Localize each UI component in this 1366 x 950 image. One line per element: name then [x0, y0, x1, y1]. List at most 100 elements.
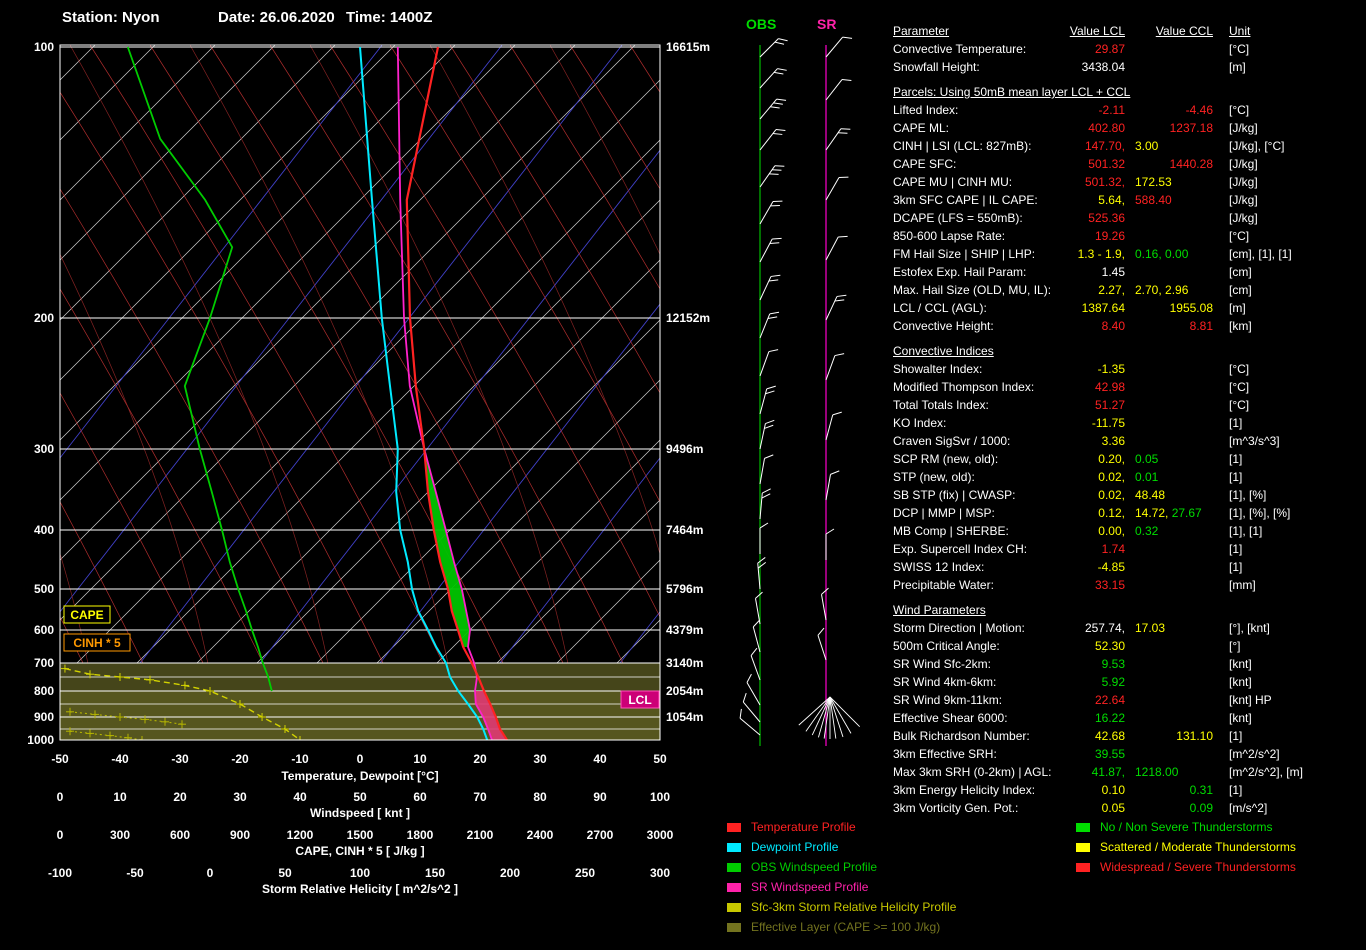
parameter-name: Craven SigSvr / 1000: [893, 434, 1011, 448]
axis-text: LCL [628, 693, 651, 707]
axis-text: 0 [57, 828, 64, 842]
axis-text: 30 [533, 752, 547, 766]
parameter-unit: [1] [1229, 470, 1243, 484]
parameter-row: Total Totals Index: 51.27 [°C] [893, 396, 1365, 414]
parameter-name: Total Totals Index: [893, 398, 989, 412]
axis-text: 400 [34, 523, 54, 537]
axis-text: 100 [34, 40, 54, 54]
axis-text: 0 [207, 866, 214, 880]
parameter-row: CAPE SFC: 501.32 1440.28 [J/kg] [893, 155, 1365, 173]
parameter-value: 19.26 [1094, 229, 1125, 243]
legend-label: OBS Windspeed Profile [751, 860, 878, 874]
axis-text: 1200 [287, 828, 314, 842]
parameter-value: 42.98 [1094, 380, 1125, 394]
sr-hodograph-fan [798, 696, 861, 739]
axis-text: 2054m [666, 684, 703, 698]
parameter-unit: [m] [1229, 60, 1246, 74]
parameter-name: 3km Vorticity Gen. Pot.: [893, 801, 1019, 815]
station-title: Station: Nyon [62, 9, 160, 26]
parameter-unit: [m] [1229, 301, 1246, 315]
axis-text: 30 [233, 790, 247, 804]
parameter-unit: [°C] [1229, 380, 1250, 394]
parameter-value: 16.22 [1094, 711, 1125, 725]
axis-text: 5796m [666, 582, 703, 596]
parameter-row: LCL / CCL (AGL): 1387.64 1955.08 [m] [893, 299, 1365, 317]
parameter-unit: [°C] [1229, 229, 1250, 243]
parameter-row: Convective Height: 8.40 8.81 [km] [893, 317, 1365, 335]
axis-text: Temperature, Dewpoint [°C] [281, 769, 438, 783]
parameter-row: Modified Thompson Index: 42.98 [°C] [893, 378, 1365, 396]
axis-text: -10 [291, 752, 309, 766]
parameter-unit: [J/kg] [1229, 175, 1258, 189]
parameter-row: 3km Effective SRH: 39.55 [m^2/s^2] [893, 745, 1365, 763]
parameter-value: 22.64 [1094, 693, 1125, 707]
parameter-row: STP (new, old): 0.02, 0.01 [1] [893, 468, 1365, 486]
parameter-name: SR Wind 4km-6km: [893, 675, 997, 689]
section-title: Wind Parameters [893, 603, 986, 617]
parameter-value: 0.20, [1098, 452, 1125, 466]
parameter-row: SB STP (fix) | CWASP: 0.02, 48.48 [1], [%… [893, 486, 1365, 504]
parameter-value: 1.45 [1101, 265, 1125, 279]
parameter-row: SWISS 12 Index: -4.85 [1] [893, 558, 1365, 576]
parameter-unit: [1] [1229, 729, 1243, 743]
axis-text: 16615m [666, 40, 710, 54]
axis-text: -50 [126, 866, 144, 880]
parameter-value: 0.09 [1189, 801, 1213, 815]
parameter-unit: [J/kg] [1229, 121, 1258, 135]
legend-item: Dewpoint Profile [727, 837, 1072, 857]
sounding-header: Station: Nyon Date: 26.06.2020 Time: 140… [0, 9, 720, 31]
axis-text: 0 [357, 752, 364, 766]
axis-text: 100 [350, 866, 370, 880]
axis-text: 4379m [666, 623, 703, 637]
parameter-unit: [J/kg] [1229, 211, 1258, 225]
parameter-value: 2.96 [1165, 283, 1189, 297]
legend-label: Scattered / Moderate Thunderstorms [1100, 840, 1296, 854]
axis-text: 1054m [666, 710, 703, 724]
legend-label: Widespread / Severe Thunderstorms [1100, 860, 1296, 874]
axis-text: 20 [173, 790, 187, 804]
axis-text: 700 [34, 656, 54, 670]
legend-item: Effective Layer (CAPE >= 100 J/kg) [727, 917, 1072, 937]
parameter-unit: [cm] [1229, 265, 1252, 279]
parameter-name: Estofex Exp. Hail Param: [893, 265, 1027, 279]
column-header: Unit [1229, 24, 1251, 38]
legend-item: OBS Windspeed Profile [727, 857, 1072, 877]
parameter-unit: [m/s^2] [1229, 801, 1268, 815]
parameter-unit: [knt] HP [1229, 693, 1272, 707]
legend-swatch [1076, 862, 1090, 872]
parameter-value: 8.40 [1101, 319, 1125, 333]
parameter-unit: [1] [1229, 542, 1243, 556]
parameter-value: 501.32 [1088, 157, 1125, 171]
parameter-row: CAPE MU | CINH MU: 501.32, 172.53 [J/kg] [893, 173, 1365, 191]
axis-text: 300 [34, 442, 54, 456]
parameter-value: -2.11 [1098, 103, 1125, 117]
parameter-name: Showalter Index: [893, 362, 983, 376]
parameter-value: 525.36 [1088, 211, 1125, 225]
parameter-value: 0.00, [1098, 524, 1125, 538]
axis-text: 3140m [666, 656, 703, 670]
parameter-value: 41.87, [1091, 765, 1125, 779]
axis-text: 800 [34, 684, 54, 698]
parameter-name: CAPE SFC: [893, 157, 957, 171]
parameter-row: 500m Critical Angle: 52.30 [°] [893, 637, 1365, 655]
parameter-unit: [°C] [1229, 362, 1250, 376]
column-header: Parameter [893, 24, 950, 38]
parameter-name: SCP RM (new, old): [893, 452, 999, 466]
legend-label: No / Non Severe Thunderstorms [1100, 820, 1273, 834]
parameter-value: 48.48 [1135, 488, 1166, 502]
parameter-unit: [knt] [1229, 711, 1252, 725]
parameter-value: 3.00 [1135, 139, 1159, 153]
legend-swatch [727, 882, 741, 892]
parameter-value: 39.55 [1094, 747, 1125, 761]
parameter-name: SR Wind Sfc-2km: [893, 657, 992, 671]
axis-text: 12152m [666, 311, 710, 325]
parameter-value: 3438.04 [1081, 60, 1125, 74]
parameter-value: 0.02, [1098, 488, 1125, 502]
skewt-diagram: 100200300400500600700800900100016615m121… [27, 36, 861, 896]
parameter-name: DCP | MMP | MSP: [893, 506, 995, 520]
parameter-value: 257.74, [1084, 621, 1125, 635]
parameter-row: Snowfall Height: 3438.04 [m] [893, 58, 1365, 76]
axis-text: 500 [34, 582, 54, 596]
parameter-value: 17.03 [1135, 621, 1166, 635]
parameter-unit: [m^2/s^2], [m] [1229, 765, 1303, 779]
